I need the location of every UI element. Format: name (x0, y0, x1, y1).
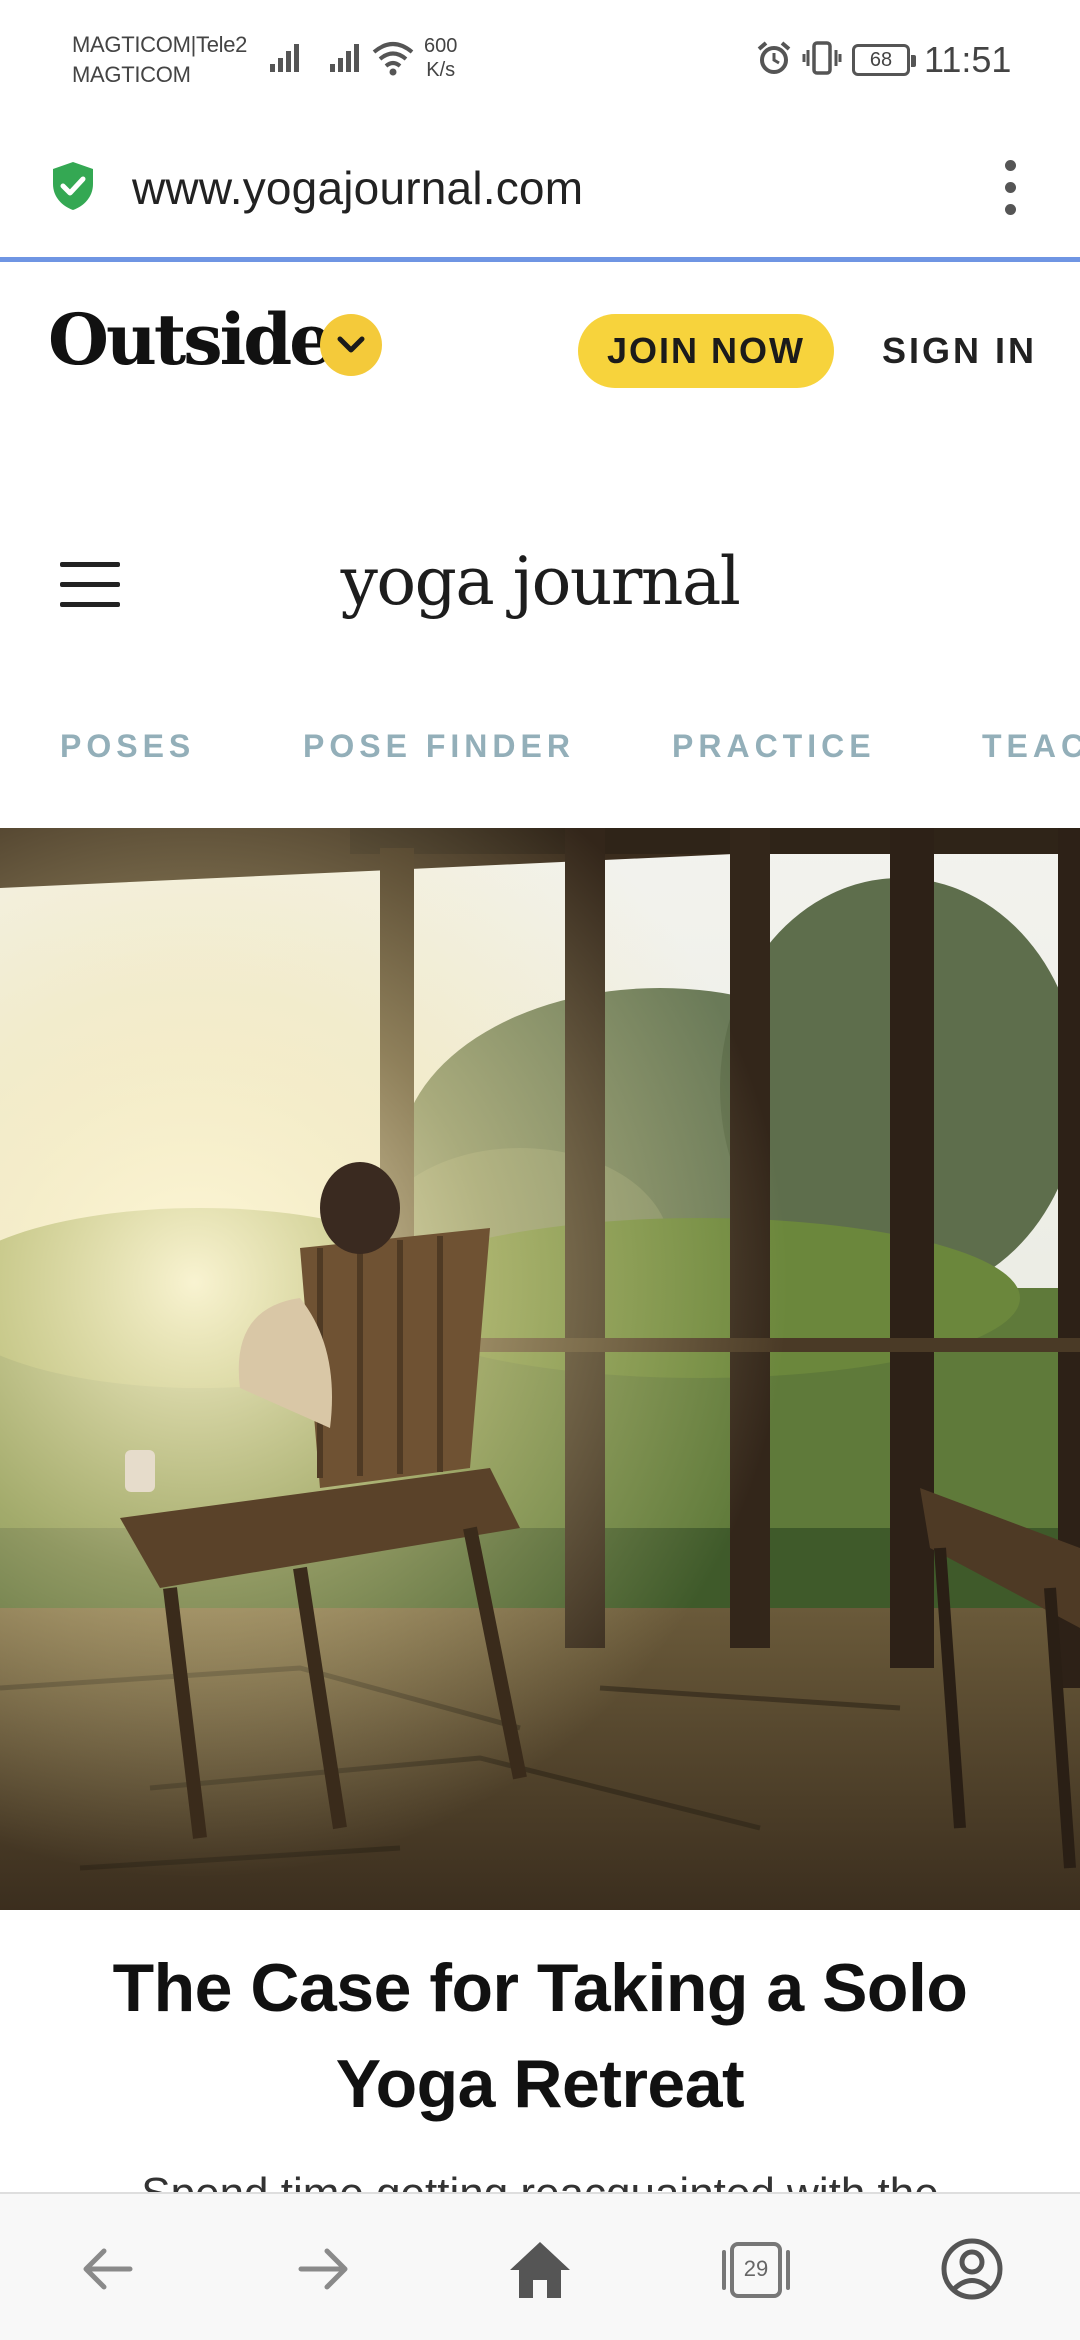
forward-button[interactable] (283, 2234, 363, 2304)
nav-item-poses[interactable]: POSES (60, 726, 195, 766)
carrier-line-1: MAGTICOM|Tele2 (72, 32, 248, 57)
signal-icon (330, 44, 359, 72)
clock: 11:51 (924, 39, 1012, 80)
section-nav: POSES POSE FINDER PRACTICE TEAC (0, 716, 1080, 776)
account-button[interactable] (932, 2234, 1012, 2304)
home-button[interactable] (500, 2234, 580, 2304)
wifi-icon (372, 42, 414, 76)
hero-image[interactable] (0, 828, 1080, 1910)
speed-value: 600 (424, 35, 458, 57)
tabs-button[interactable]: 29 (716, 2234, 796, 2304)
battery-icon: 68 (852, 44, 916, 76)
join-now-button[interactable]: JOIN NOW (578, 314, 834, 388)
yoga-journal-logo[interactable]: yoga journal (0, 540, 1080, 624)
vibrate-icon (802, 41, 842, 75)
outside-menu-toggle[interactable] (320, 314, 382, 376)
speed-unit: K/s (426, 59, 456, 81)
alarm-icon (757, 41, 791, 74)
home-icon (510, 2242, 570, 2298)
network-speed: 600 K/s (424, 34, 457, 82)
outside-logo[interactable]: Outside (48, 300, 334, 380)
browser-bottom-bar: 29 (0, 2192, 1080, 2340)
back-button[interactable] (68, 2234, 148, 2304)
back-icon (83, 2248, 133, 2290)
chevron-down-icon (337, 336, 365, 353)
sign-in-link[interactable]: SIGN IN (882, 324, 1037, 378)
forward-icon (298, 2248, 348, 2290)
url-text[interactable]: www.yogajournal.com (132, 160, 583, 216)
account-icon (941, 2238, 1003, 2300)
tab-count: 29 (743, 2256, 769, 2281)
article-headline[interactable]: The Case for Taking a Solo Yoga Retreat (60, 1940, 1020, 2132)
nav-item-teachers[interactable]: TEAC (982, 726, 1080, 766)
shield-check-icon[interactable] (50, 160, 96, 212)
nav-item-practice[interactable]: PRACTICE (672, 726, 876, 766)
status-bar: MAGTICOM|Tele2 MAGTICOM 600 K/s 68 11:51 (0, 0, 1080, 120)
carrier-line-2: MAGTICOM (72, 62, 191, 87)
carrier-info: MAGTICOM|Tele2 MAGTICOM (72, 30, 247, 90)
more-vert-icon[interactable] (990, 156, 1030, 220)
address-bar: www.yogajournal.com (0, 120, 1080, 262)
nav-item-pose-finder[interactable]: POSE FINDER (303, 726, 575, 766)
signal-icon (270, 44, 299, 72)
